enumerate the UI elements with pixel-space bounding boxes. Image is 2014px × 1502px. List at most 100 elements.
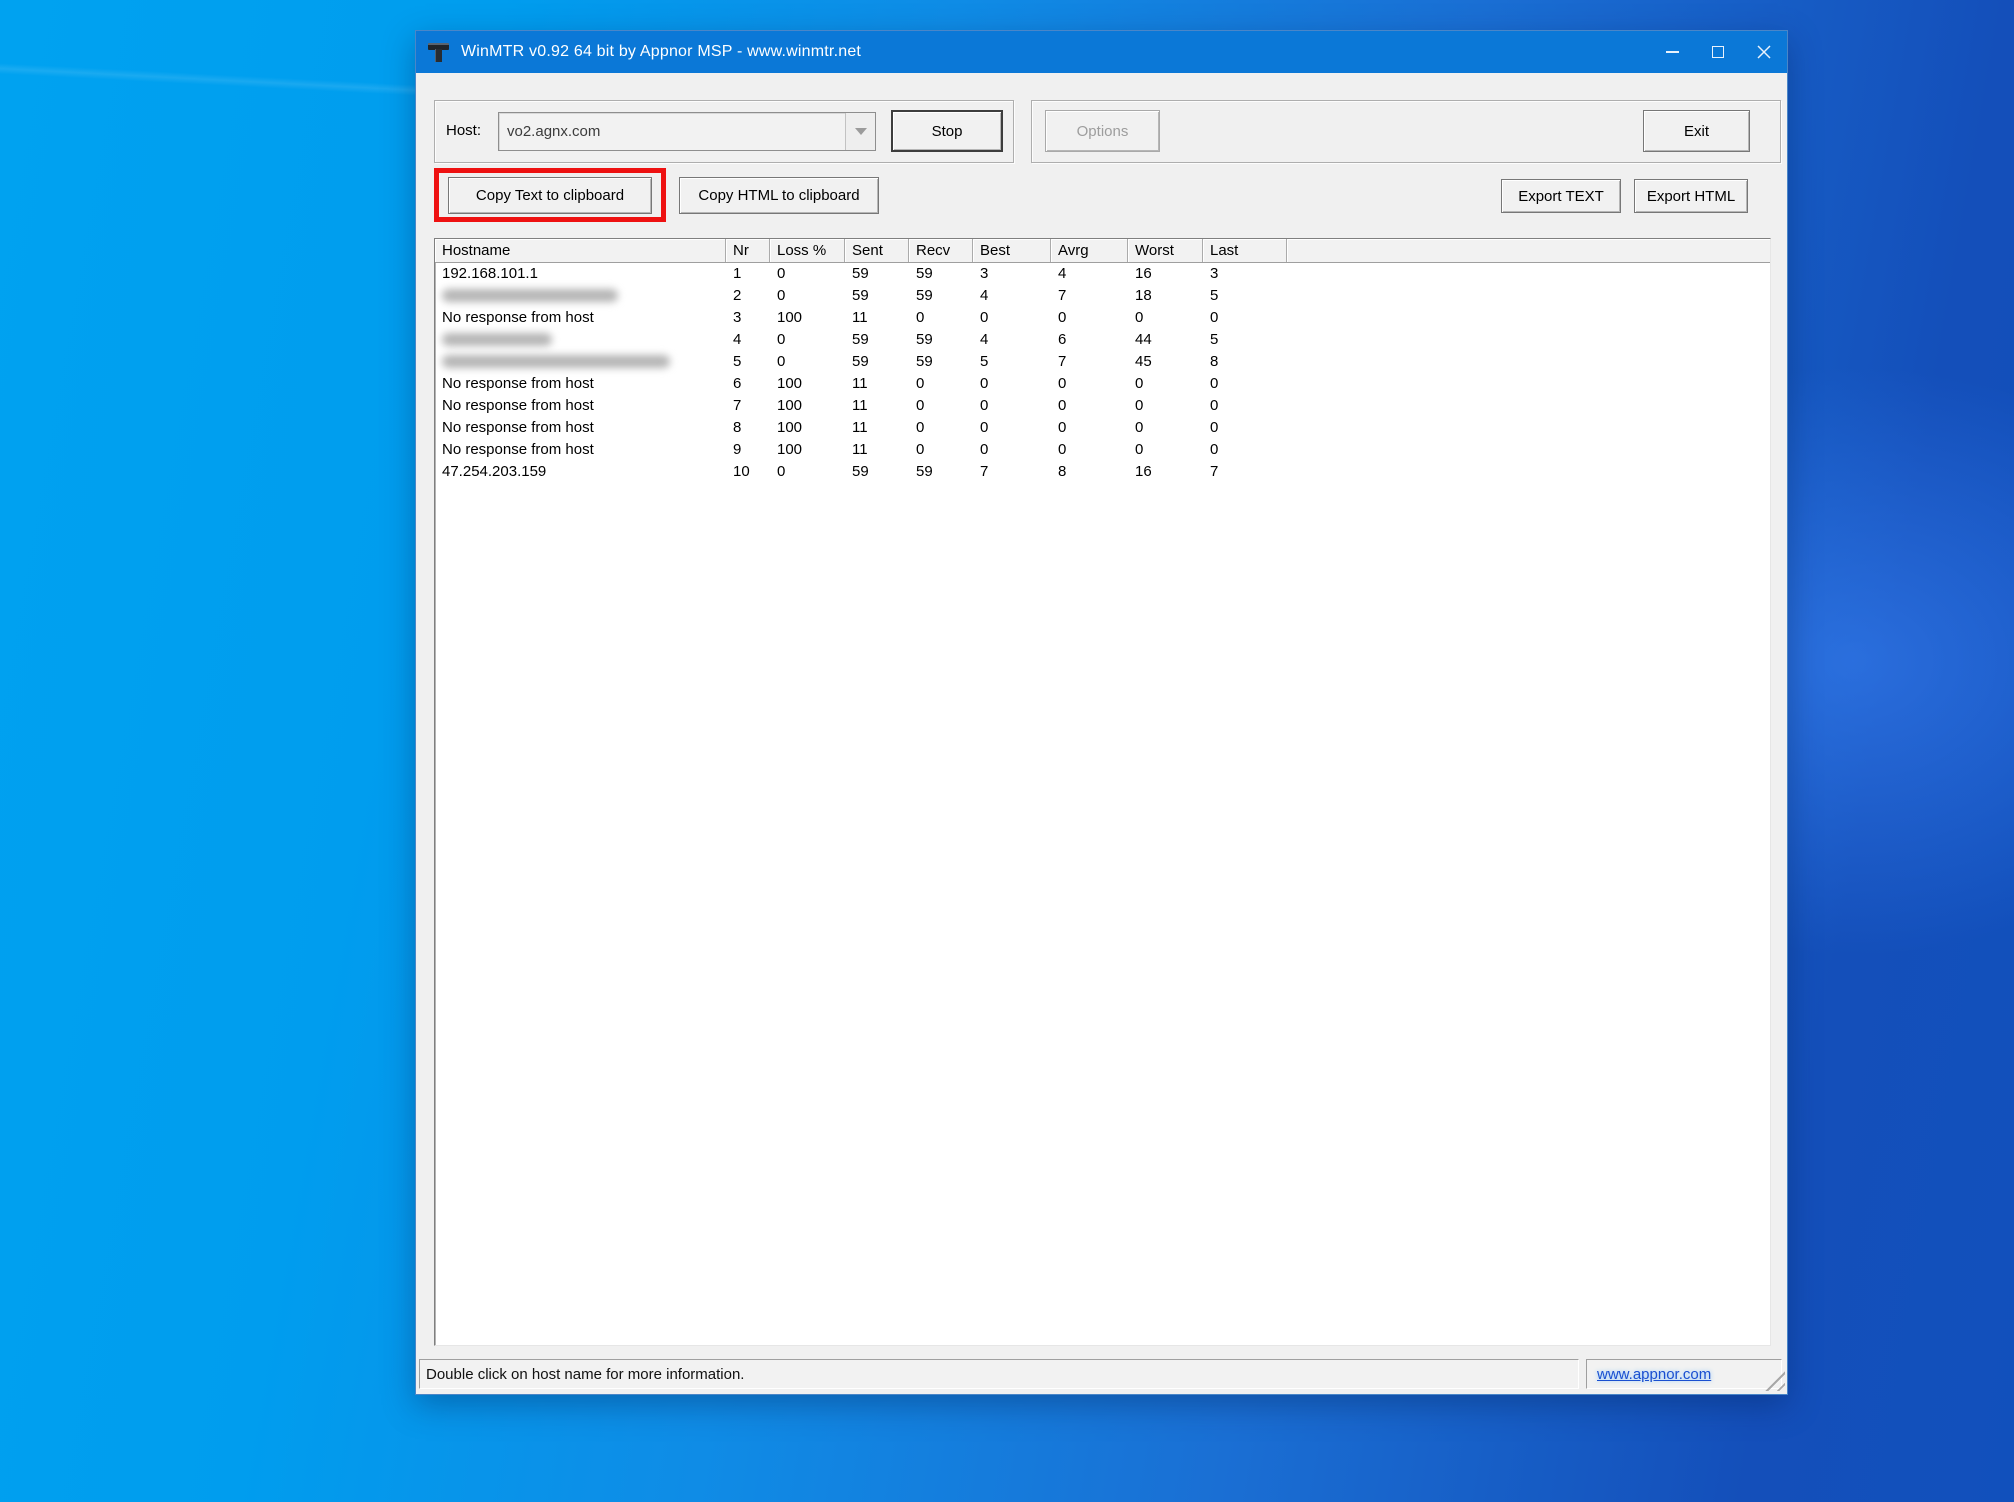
status-bar: Double click on host name for more infor… xyxy=(416,1354,1787,1394)
cell-hostname: No response from host xyxy=(435,417,726,439)
column-header-nr[interactable]: Nr xyxy=(726,239,770,262)
combo-dropdown-button[interactable] xyxy=(845,113,875,150)
desktop: WinMTR v0.92 64 bit by Appnor MSP - www.… xyxy=(0,0,2014,1502)
cell-hostname: 47.254.203.159 xyxy=(435,461,726,483)
cell-worst: 0 xyxy=(1128,307,1203,329)
stop-button[interactable]: Stop xyxy=(891,110,1003,152)
cell-avrg: 0 xyxy=(1051,439,1128,461)
column-header-avrg[interactable]: Avrg xyxy=(1051,239,1128,262)
close-icon xyxy=(1757,45,1771,59)
cell-worst: 45 xyxy=(1128,351,1203,373)
redacted-hostname xyxy=(442,333,552,346)
cell-sent: 11 xyxy=(845,439,909,461)
column-header-worst[interactable]: Worst xyxy=(1128,239,1203,262)
column-header-filler xyxy=(1287,239,1770,262)
cell-loss: 0 xyxy=(770,263,845,285)
cell-hostname: No response from host xyxy=(435,395,726,417)
table-row[interactable]: No response from host61001100000 xyxy=(435,373,1770,395)
minimize-button[interactable] xyxy=(1649,31,1695,73)
host-combobox[interactable]: vo2.agnx.com xyxy=(498,112,876,151)
cell-last: 0 xyxy=(1203,395,1287,417)
cell-hostname: No response from host xyxy=(435,373,726,395)
winmtr-window: WinMTR v0.92 64 bit by Appnor MSP - www.… xyxy=(415,30,1788,1395)
cell-sent: 11 xyxy=(845,417,909,439)
cell-sent: 59 xyxy=(845,351,909,373)
titlebar[interactable]: WinMTR v0.92 64 bit by Appnor MSP - www.… xyxy=(416,31,1787,73)
cell-nr: 8 xyxy=(726,417,770,439)
column-header-last[interactable]: Last xyxy=(1203,239,1287,262)
copy-text-highlight-box: Copy Text to clipboard xyxy=(434,168,666,222)
cell-last: 5 xyxy=(1203,285,1287,307)
cell-worst: 44 xyxy=(1128,329,1203,351)
export-html-button[interactable]: Export HTML xyxy=(1634,179,1748,213)
app-icon xyxy=(427,40,451,64)
cell-best: 5 xyxy=(973,351,1051,373)
status-link-section: www.appnor.com xyxy=(1586,1359,1782,1389)
cell-recv: 59 xyxy=(909,329,973,351)
status-message-section: Double click on host name for more infor… xyxy=(419,1359,1579,1389)
cell-avrg: 6 xyxy=(1051,329,1128,351)
copy-html-button[interactable]: Copy HTML to clipboard xyxy=(679,177,879,214)
cell-sent: 59 xyxy=(845,329,909,351)
table-row[interactable]: No response from host81001100000 xyxy=(435,417,1770,439)
cell-worst: 0 xyxy=(1128,395,1203,417)
cell-nr: 7 xyxy=(726,395,770,417)
table-row[interactable]: 47.254.203.159100595978167 xyxy=(435,461,1770,483)
cell-hostname xyxy=(435,351,726,373)
cell-nr: 3 xyxy=(726,307,770,329)
close-button[interactable] xyxy=(1741,31,1787,73)
results-table: HostnameNrLoss %SentRecvBestAvrgWorstLas… xyxy=(434,238,1771,1346)
cell-avrg: 0 xyxy=(1051,373,1128,395)
cell-best: 0 xyxy=(973,373,1051,395)
column-header-loss[interactable]: Loss % xyxy=(770,239,845,262)
cell-recv: 59 xyxy=(909,461,973,483)
cell-avrg: 4 xyxy=(1051,263,1128,285)
copy-text-button[interactable]: Copy Text to clipboard xyxy=(448,177,652,214)
maximize-button[interactable] xyxy=(1695,31,1741,73)
table-row[interactable]: 40595946445 xyxy=(435,329,1770,351)
cell-worst: 18 xyxy=(1128,285,1203,307)
cell-sent: 59 xyxy=(845,285,909,307)
table-row[interactable]: No response from host91001100000 xyxy=(435,439,1770,461)
cell-nr: 5 xyxy=(726,351,770,373)
cell-last: 8 xyxy=(1203,351,1287,373)
exit-button[interactable]: Exit xyxy=(1643,110,1750,152)
appnor-link[interactable]: www.appnor.com xyxy=(1587,1366,1711,1383)
cell-best: 7 xyxy=(973,461,1051,483)
export-text-button[interactable]: Export TEXT xyxy=(1501,179,1621,213)
cell-avrg: 7 xyxy=(1051,285,1128,307)
table-row[interactable]: 192.168.101.110595934163 xyxy=(435,263,1770,285)
column-header-hostname[interactable]: Hostname xyxy=(435,239,726,262)
cell-recv: 0 xyxy=(909,373,973,395)
cell-avrg: 0 xyxy=(1051,395,1128,417)
cell-recv: 0 xyxy=(909,417,973,439)
table-row[interactable]: No response from host71001100000 xyxy=(435,395,1770,417)
cell-recv: 59 xyxy=(909,263,973,285)
cell-loss: 0 xyxy=(770,351,845,373)
column-header-recv[interactable]: Recv xyxy=(909,239,973,262)
cell-best: 0 xyxy=(973,417,1051,439)
cell-avrg: 7 xyxy=(1051,351,1128,373)
cell-last: 0 xyxy=(1203,307,1287,329)
cell-avrg: 8 xyxy=(1051,461,1128,483)
chevron-down-icon xyxy=(855,128,867,135)
cell-worst: 16 xyxy=(1128,461,1203,483)
cell-sent: 11 xyxy=(845,395,909,417)
table-row[interactable]: No response from host31001100000 xyxy=(435,307,1770,329)
cell-nr: 4 xyxy=(726,329,770,351)
cell-recv: 0 xyxy=(909,439,973,461)
cell-best: 4 xyxy=(973,329,1051,351)
status-message: Double click on host name for more infor… xyxy=(420,1366,744,1383)
table-row[interactable]: 50595957458 xyxy=(435,351,1770,373)
cell-nr: 2 xyxy=(726,285,770,307)
cell-hostname xyxy=(435,285,726,307)
cell-last: 0 xyxy=(1203,417,1287,439)
column-header-sent[interactable]: Sent xyxy=(845,239,909,262)
column-header-best[interactable]: Best xyxy=(973,239,1051,262)
options-button[interactable]: Options xyxy=(1045,110,1160,152)
cell-last: 0 xyxy=(1203,373,1287,395)
table-row[interactable]: 20595947185 xyxy=(435,285,1770,307)
cell-recv: 59 xyxy=(909,285,973,307)
cell-best: 3 xyxy=(973,263,1051,285)
cell-last: 0 xyxy=(1203,439,1287,461)
